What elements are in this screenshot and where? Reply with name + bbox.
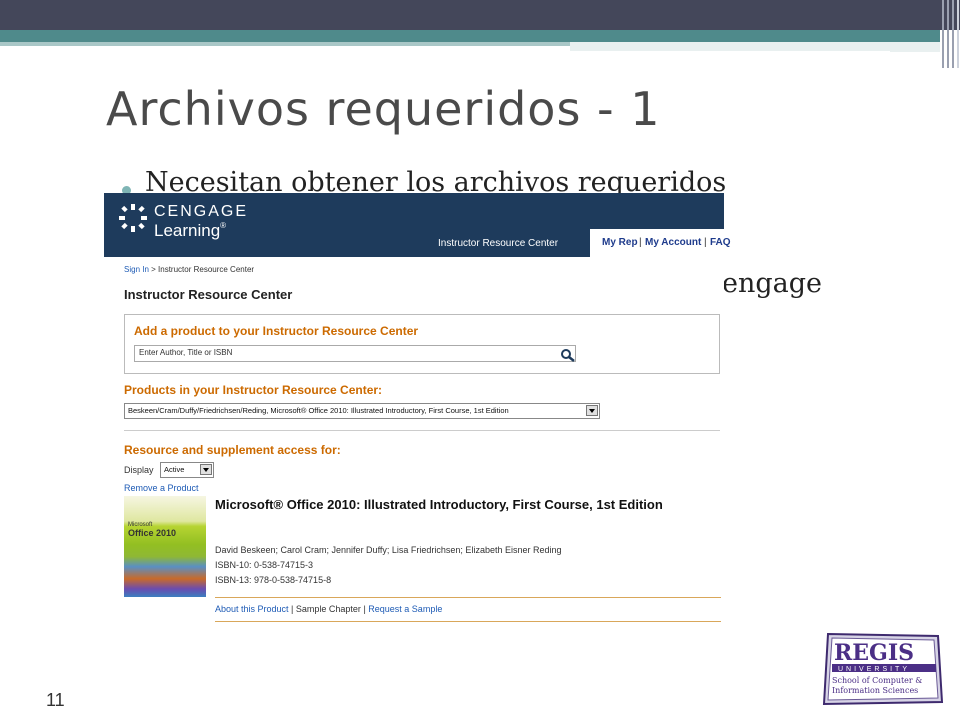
breadcrumb: Sign In > Instructor Resource Center (124, 265, 254, 274)
add-product-panel: Add a product to your Instructor Resourc… (124, 314, 720, 374)
book-authors: David Beskeen; Carol Cram; Jennifer Duff… (215, 545, 562, 555)
sample-chapter-link[interactable]: Sample Chapter (296, 604, 361, 614)
display-select-value: Active (164, 465, 185, 474)
book-divider-top (215, 597, 721, 598)
book-title: Microsoft® Office 2010: Illustrated Intr… (215, 497, 663, 512)
product-select-value: Beskeen/Cram/Duffy/Friedrichsen/Reding, … (128, 406, 509, 415)
book-divider-bottom (215, 621, 721, 622)
slide-number: 11 (46, 690, 65, 710)
breadcrumb-current: > Instructor Resource Center (148, 265, 255, 274)
nav-separator: | (704, 237, 707, 248)
slide-teal-stripe (0, 42, 570, 46)
link-separator: | (288, 604, 296, 614)
svg-text:REGIS: REGIS (834, 640, 914, 666)
svg-text:UNIVERSITY: UNIVERSITY (838, 666, 910, 673)
svg-text:Information Sciences: Information Sciences (832, 686, 918, 695)
request-sample-link[interactable]: Request a Sample (368, 604, 442, 614)
nav-my-rep[interactable]: My Rep (602, 237, 638, 248)
nav-my-account[interactable]: My Account (645, 237, 701, 248)
slide-title: Archivos requeridos - 1 (106, 82, 661, 136)
cengage-logo-text: CENGAGE (154, 203, 249, 220)
access-heading: Resource and supplement access for: (124, 443, 341, 457)
svg-text:School of Computer &: School of Computer & (832, 676, 922, 685)
nav-faq[interactable]: FAQ (710, 237, 731, 248)
book-isbn10: ISBN-10: 0-538-74715-3 (215, 560, 314, 570)
display-select[interactable]: Active (160, 462, 214, 478)
book-isbn13: ISBN-13: 978-0-538-74715-8 (215, 575, 332, 585)
slide-corner-lines (940, 0, 960, 68)
cengage-screenshot: CENGAGE Learning® Instructor Resource Ce… (104, 193, 731, 623)
nav-separator: | (639, 237, 642, 248)
search-input[interactable]: Enter Author, Title or ISBN (134, 345, 576, 362)
bullet-text-2-fragment: engage (722, 268, 823, 299)
slide-top-band (0, 0, 960, 30)
section-divider (124, 430, 720, 431)
search-icon[interactable] (560, 348, 576, 362)
about-product-link[interactable]: About this Product (215, 604, 289, 614)
products-heading: Products in your Instructor Resource Cen… (124, 383, 383, 397)
chevron-down-icon (200, 464, 212, 475)
remove-product-link[interactable]: Remove a Product (124, 483, 199, 493)
learning-logo-text: Learning® (154, 221, 227, 240)
slide-teal-band (0, 30, 940, 42)
cengage-header: CENGAGE Learning® Instructor Resource Ce… (104, 193, 731, 257)
header-label: Instructor Resource Center (438, 238, 559, 249)
book-links: About this Product | Sample Chapter | Re… (215, 604, 442, 614)
top-nav: My Rep | My Account | FAQ (590, 229, 731, 257)
search-placeholder: Enter Author, Title or ISBN (139, 348, 233, 357)
book-cover-image: Microsoft Office 2010 (124, 496, 206, 597)
product-select[interactable]: Beskeen/Cram/Duffy/Friedrichsen/Reding, … (124, 403, 600, 419)
display-label: Display (124, 465, 154, 475)
cover-text-2: Office 2010 (128, 528, 177, 538)
chevron-down-icon (586, 405, 598, 416)
add-product-heading: Add a product to your Instructor Resourc… (134, 324, 419, 338)
cengage-logo-icon (119, 204, 147, 232)
regis-university-logo: REGIS UNIVERSITY School of Computer & In… (822, 632, 944, 706)
page-title: Instructor Resource Center (124, 287, 293, 302)
breadcrumb-sign-in[interactable]: Sign In (124, 265, 149, 274)
slide-white-line (570, 51, 890, 53)
